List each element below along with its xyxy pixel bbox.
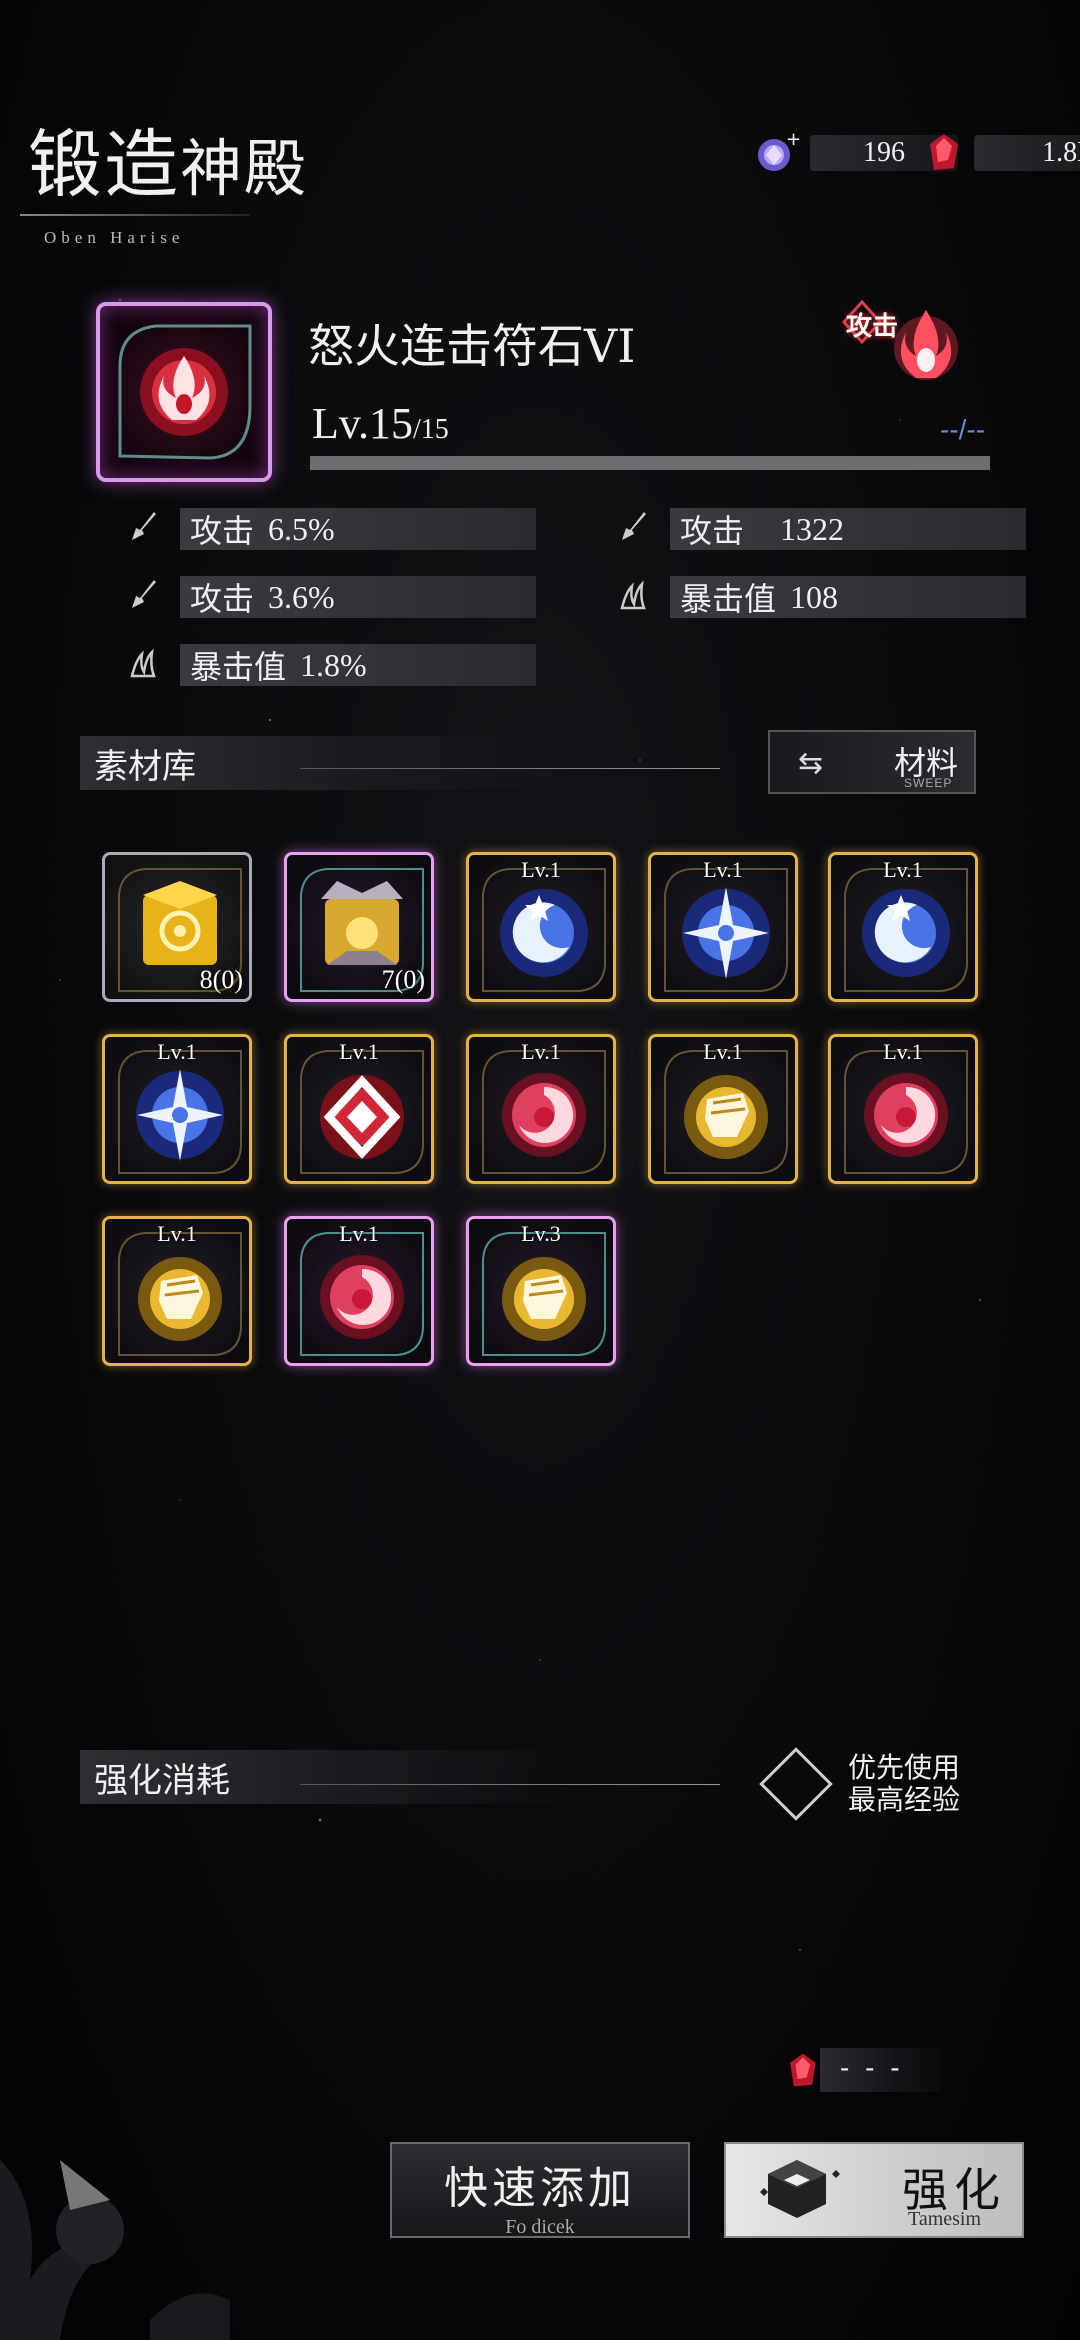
quick-add-button[interactable]: 快速添加 Fo dicek <box>390 2142 690 2238</box>
stat-left-1: 攻击 6.5% <box>180 508 536 550</box>
crit-claw-icon <box>130 648 156 678</box>
material-slot[interactable]: Lv.3 <box>466 1216 616 1366</box>
sword-icon <box>622 512 646 540</box>
material-slot[interactable]: Lv.1 <box>466 1034 616 1184</box>
item-level: Lv.15/15 <box>312 399 449 448</box>
purple-crystal-icon: + <box>758 129 800 171</box>
level-extra: --/-- <box>940 414 986 445</box>
anvil-upgrade-icon <box>760 2160 840 2218</box>
material-sweep-button[interactable]: ⇆ 材料 SWEEP <box>768 730 976 794</box>
item-type-tag: 攻击 <box>846 312 899 342</box>
material-slot[interactable]: Lv.1 <box>102 1216 252 1366</box>
material-slot[interactable]: Lv.1 <box>828 852 978 1002</box>
upgrade-button[interactable]: 强化 Tamesim <box>724 2142 1024 2238</box>
page-subtitle: Oben Harise <box>44 228 185 247</box>
red-gem-icon <box>790 2053 816 2087</box>
prefer-highest-exp-label: 优先使用 最高经验 <box>848 1751 961 1816</box>
material-level: Lv.1 <box>339 1221 379 1246</box>
rose-ornament-icon <box>0 2160 230 2340</box>
stat-right-2: 暴击值 108 <box>670 576 1026 618</box>
material-level: Lv.1 <box>157 1039 197 1064</box>
quick-add-sub: Fo dicek <box>505 2216 575 2238</box>
material-slot[interactable]: Lv.1 <box>828 1034 978 1184</box>
material-slot[interactable]: 8(0) <box>102 852 252 1002</box>
svg-text:+: + <box>786 129 800 150</box>
stat-left-3: 暴击值 1.8% <box>180 644 536 686</box>
crit-claw-icon <box>620 580 646 610</box>
title-divider <box>20 214 250 216</box>
quick-add-label: 快速添加 <box>444 2163 636 2214</box>
material-slot[interactable]: Lv.1 <box>102 1034 252 1184</box>
material-button-sub: SWEEP <box>904 776 953 790</box>
material-level: Lv.1 <box>521 857 561 882</box>
cost-section-header: 强化消耗 <box>80 1750 740 1804</box>
material-level: Lv.1 <box>703 857 743 882</box>
material-slot[interactable]: 7(0) <box>284 852 434 1002</box>
material-level: Lv.1 <box>339 1039 379 1064</box>
section-divider <box>300 768 720 769</box>
material-count: 7(0) <box>381 965 425 994</box>
gem-cost-value: - - - <box>840 2052 904 2083</box>
material-count: 8(0) <box>199 965 243 994</box>
stat-left-2: 攻击 3.6% <box>180 576 536 618</box>
currency-gem[interactable]: 1.8M <box>922 130 1080 176</box>
gem-count: 1.8M <box>974 135 1080 171</box>
flame-rune-icon <box>118 324 252 460</box>
materials-section-header: 素材库 <box>80 736 740 790</box>
section-divider <box>300 1784 720 1785</box>
material-level: Lv.1 <box>157 1221 197 1246</box>
material-slot[interactable]: Lv.1 <box>284 1034 434 1184</box>
material-slot[interactable]: Lv.1 <box>466 852 616 1002</box>
material-level: Lv.1 <box>883 857 923 882</box>
sword-icon <box>132 580 156 608</box>
upgrade-sub: Tamesim <box>908 2208 982 2230</box>
material-level: Lv.1 <box>883 1039 923 1064</box>
stat-right-1: 攻击 1322 <box>670 508 1026 550</box>
swap-arrows-icon: ⇆ <box>798 746 824 781</box>
prefer-highest-exp-checkbox[interactable] <box>759 1747 833 1821</box>
sword-icon <box>132 512 156 540</box>
red-gem-icon <box>930 134 958 170</box>
item-name: 怒火连击符石VI <box>308 319 636 373</box>
material-level: Lv.1 <box>703 1039 743 1064</box>
material-level: Lv.1 <box>521 1039 561 1064</box>
rune-item-icon[interactable] <box>96 302 272 482</box>
material-slot[interactable]: Lv.1 <box>648 1034 798 1184</box>
material-level: Lv.3 <box>521 1221 561 1246</box>
material-slot[interactable]: Lv.1 <box>648 852 798 1002</box>
page-title: 锻造神殿 <box>28 122 309 208</box>
material-slot[interactable]: Lv.1 <box>284 1216 434 1366</box>
level-progress-bar <box>310 456 990 470</box>
